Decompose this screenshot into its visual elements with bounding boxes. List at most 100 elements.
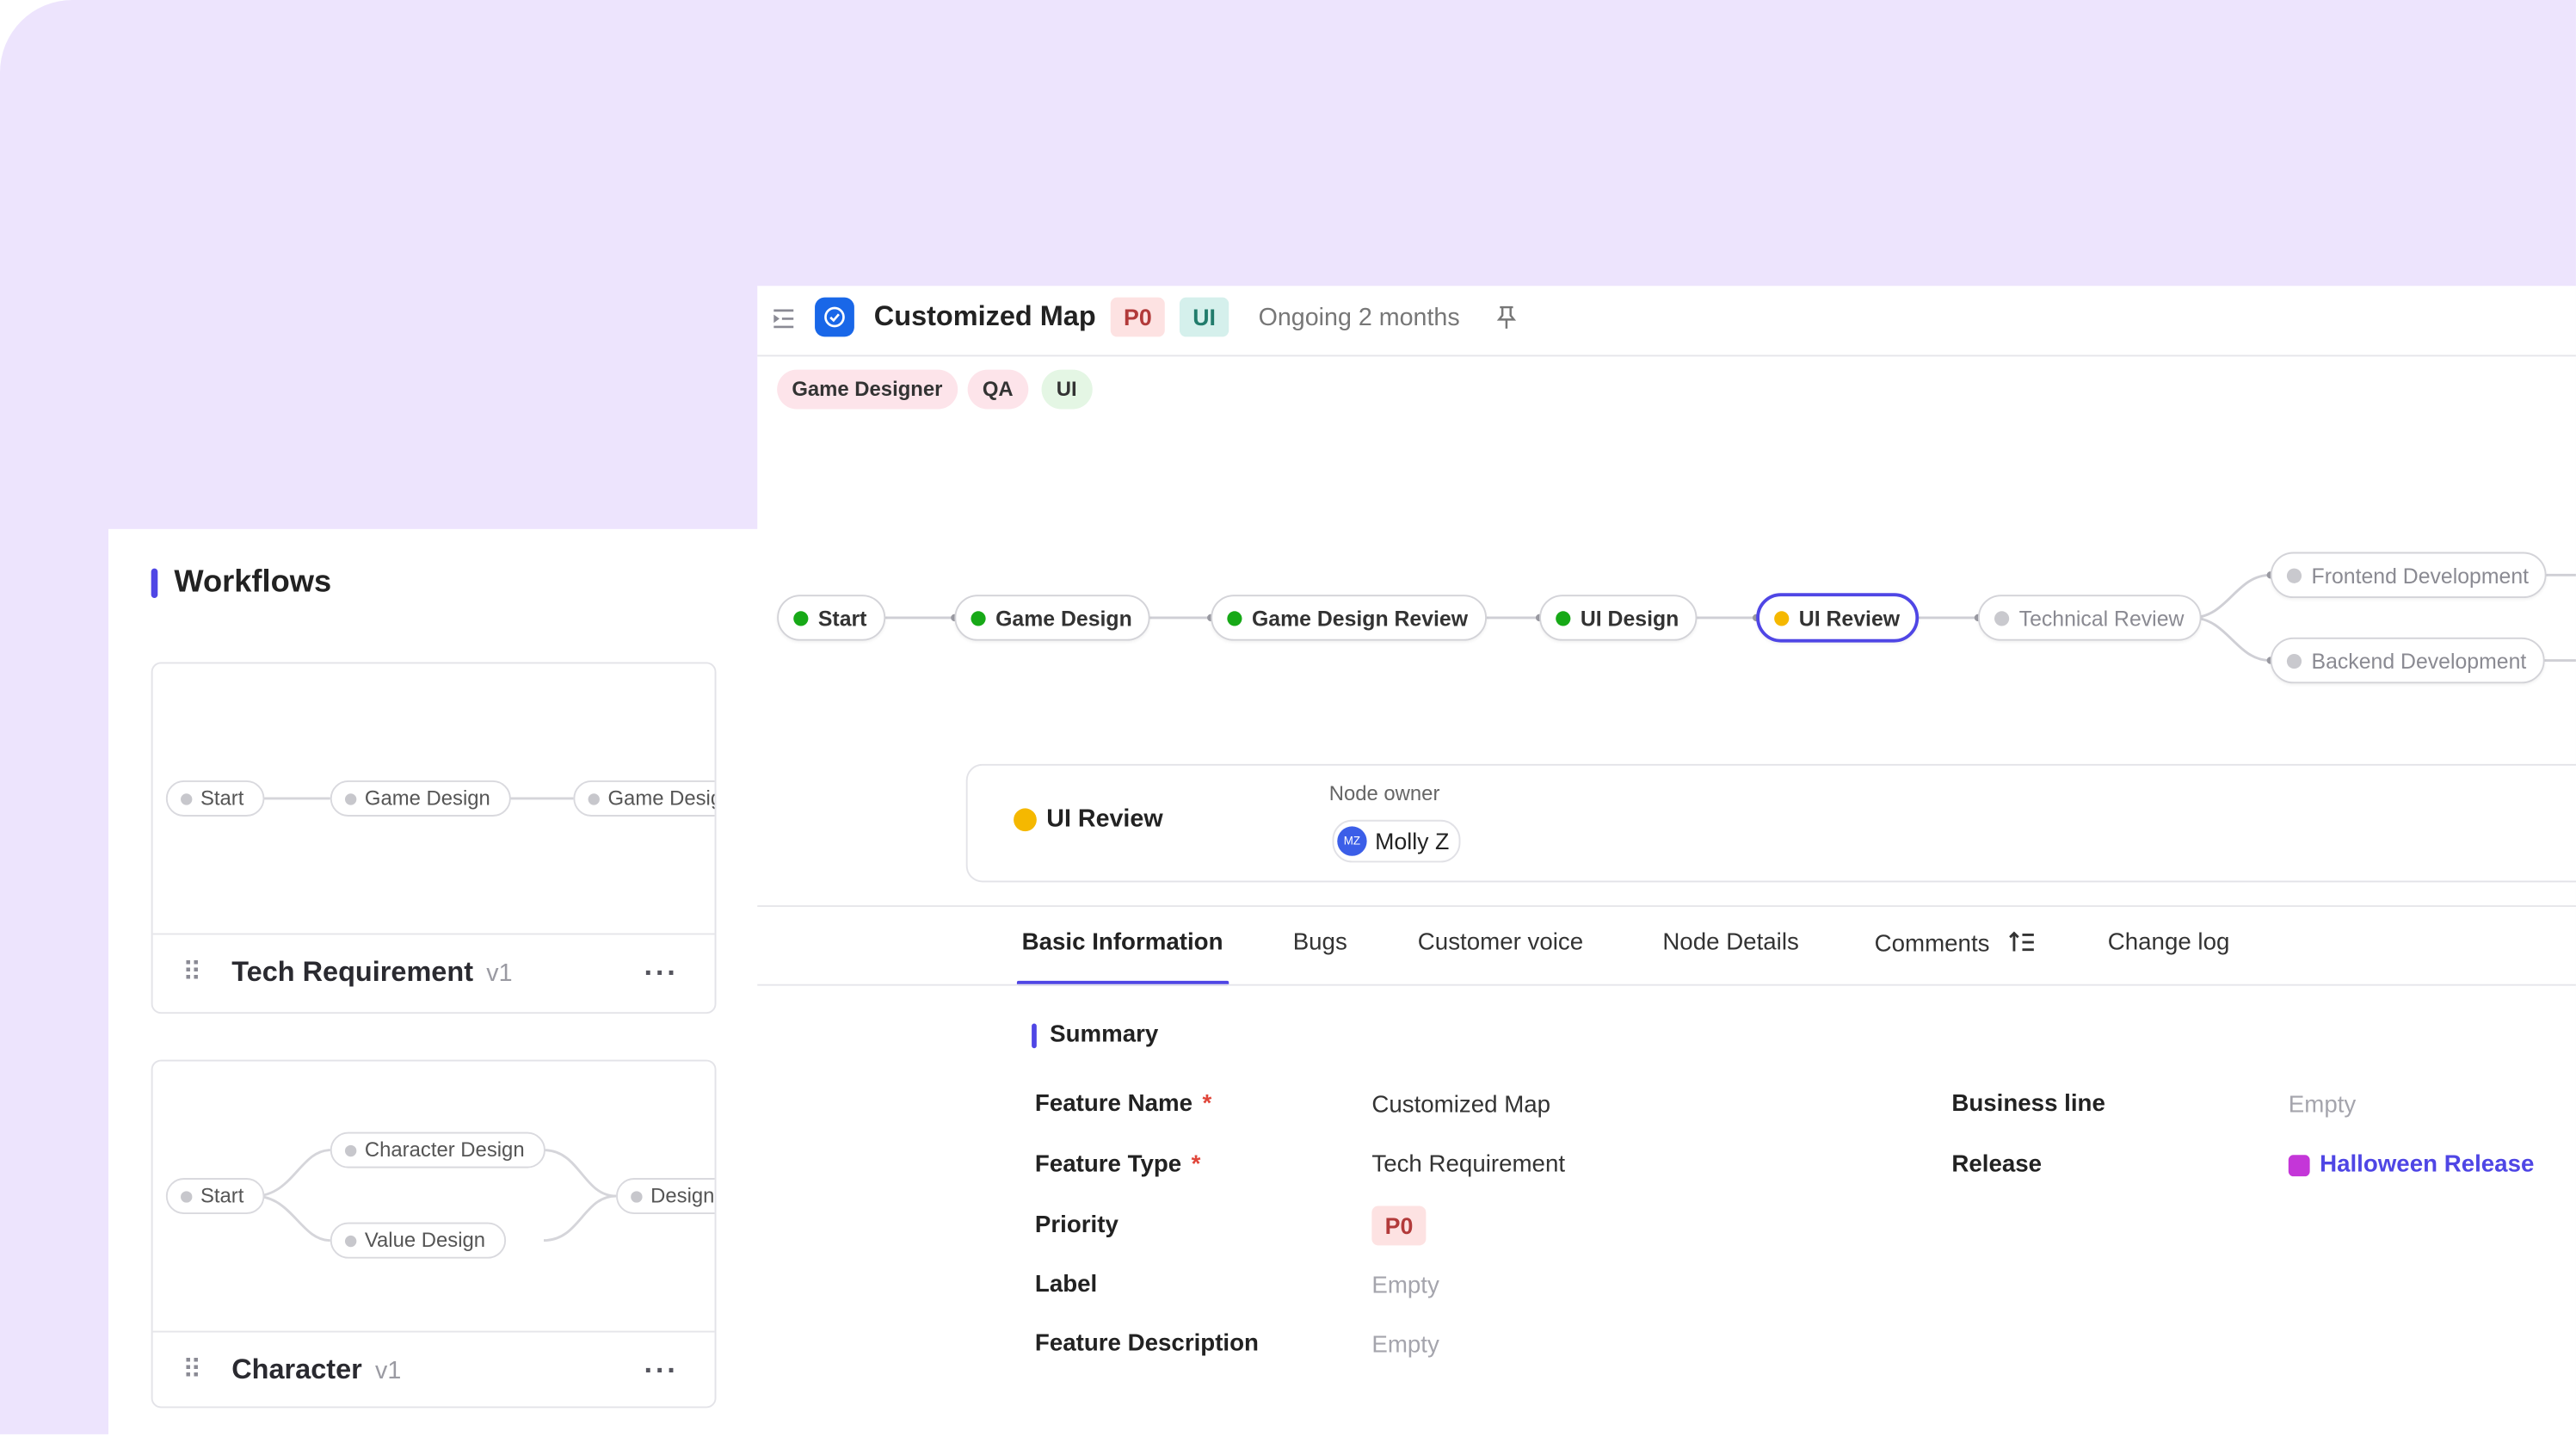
active-dot [1014, 807, 1037, 831]
flow-node-start[interactable]: Start [777, 595, 885, 641]
workflow-preview: Start Character Design Value Design Desi… [152, 1061, 715, 1333]
flow-node-ui-design[interactable]: UI Design [1539, 595, 1698, 641]
mini-node-label: Value Design [364, 1229, 486, 1252]
workflow-version: v1 [486, 959, 513, 988]
workflow-card-character[interactable]: Start Character Design Value Design Desi… [151, 1059, 717, 1409]
flow-node-label: Backend Development [2311, 648, 2527, 673]
workflow-version: v1 [375, 1357, 402, 1385]
status-dot [181, 792, 193, 805]
workflow-name-text: Character [231, 1353, 362, 1385]
release-label: Release [1951, 1151, 2043, 1179]
title-bar: Customized Map P0 UI Ongoing 2 months [757, 286, 2576, 357]
check-circle-icon [824, 306, 845, 328]
tag-ui[interactable]: UI [1041, 369, 1092, 410]
label-value[interactable]: Empty [1371, 1273, 1439, 1300]
tag-game-designer[interactable]: Game Designer [777, 369, 958, 410]
priority-label: Priority [1034, 1212, 1119, 1239]
pending-dot [2286, 652, 2302, 669]
workflow-name-text: Tech Requirement [231, 956, 474, 988]
node-title-text: UI Review [1046, 805, 1163, 834]
mini-node-character-design: Character Design [330, 1131, 546, 1168]
tab-node-details[interactable]: Node Details [1662, 930, 1799, 957]
priority-value-badge[interactable]: P0 [1371, 1205, 1427, 1246]
status-dot [344, 792, 357, 805]
status-dot [344, 1234, 357, 1247]
flow-node-label: Game Design Review [1251, 605, 1469, 631]
status-dot [181, 1190, 193, 1202]
status-text: Ongoing 2 months [1258, 304, 1460, 332]
mini-node-game-design-review: Game Desig [573, 780, 715, 817]
summary-heading: Summary [1032, 1022, 1158, 1048]
flow-node-game-design[interactable]: Game Design [954, 595, 1150, 641]
status-dot [631, 1190, 643, 1202]
sort-icon[interactable] [2009, 930, 2036, 953]
flow-node-ui-review[interactable]: UI Review [1756, 593, 1920, 643]
field-label: Feature Name [1034, 1090, 1193, 1118]
tab-customer-voice[interactable]: Customer voice [1418, 930, 1583, 957]
feature-name-value[interactable]: Customized Map [1371, 1093, 1550, 1119]
mini-node-label: Start [200, 786, 244, 811]
workflow-card-footer: ⠿ Character v1 ··· [153, 1331, 715, 1407]
feature-detail-panel: Customized Map P0 UI Ongoing 2 months Ga… [757, 286, 2576, 1436]
flow-node-frontend-development[interactable]: Frontend Development [2270, 552, 2548, 599]
node-owner-chip[interactable]: MZ Molly Z [1332, 819, 1461, 863]
flow-node-backend-development[interactable]: Backend Development [2270, 637, 2545, 684]
flow-node-game-design-review[interactable]: Game Design Review [1211, 595, 1487, 641]
flow-node-technical-review[interactable]: Technical Review [1977, 595, 2203, 641]
feature-type-icon [815, 297, 854, 337]
more-options-icon[interactable]: ··· [644, 955, 679, 990]
mini-node-start: Start [165, 1178, 266, 1215]
workflow-name: Character v1 [231, 1353, 401, 1386]
feature-type-value[interactable]: Tech Requirement [1371, 1151, 1565, 1178]
flow-node-label: Frontend Development [2311, 562, 2530, 588]
release-value[interactable]: Halloween Release [2288, 1151, 2535, 1179]
pin-icon[interactable] [1495, 304, 1519, 330]
tab-basic-information[interactable]: Basic Information [1022, 930, 1223, 957]
business-line-value[interactable]: Empty [2289, 1093, 2356, 1119]
pending-dot [2286, 567, 2302, 583]
pending-dot [1994, 610, 2010, 626]
mini-node-label: Game Desig [607, 786, 715, 811]
node-title: UI Review [1014, 805, 1163, 833]
drag-handle-icon[interactable]: ⠿ [182, 956, 201, 989]
mini-node-game-design: Game Design [330, 780, 512, 817]
mini-node-label: Start [200, 1184, 244, 1208]
flow-node-label: UI Design [1580, 605, 1679, 631]
workflows-header: Workflows [151, 565, 331, 601]
workflow-preview: Start Game Design Game Desig [152, 663, 715, 935]
tab-comments[interactable]: Comments [1875, 930, 2036, 958]
ui-badge[interactable]: UI [1179, 297, 1229, 337]
collapse-sidebar-icon[interactable] [771, 305, 798, 332]
avatar: MZ [1337, 826, 1367, 856]
label-field-label: Label [1034, 1271, 1098, 1298]
workflows-panel: Workflows Start Game Design Game Desig ⠿… [108, 528, 798, 1449]
feature-description-value[interactable]: Empty [1371, 1333, 1439, 1360]
drag-handle-icon[interactable]: ⠿ [182, 1353, 201, 1386]
tag-qa[interactable]: QA [967, 369, 1028, 410]
more-options-icon[interactable]: ··· [644, 1353, 679, 1387]
divider [757, 905, 2576, 907]
status-dot [344, 1144, 357, 1156]
feature-type-label: Feature Type * [1035, 1151, 1201, 1178]
tab-change-log[interactable]: Change log [2108, 930, 2230, 957]
mini-node-start: Start [165, 780, 266, 817]
release-value-text: Halloween Release [2320, 1151, 2535, 1179]
flow-node-label: Start [817, 605, 867, 631]
owner-name: Molly Z [1375, 828, 1450, 854]
status-dot [588, 792, 600, 805]
accent-bar [151, 568, 158, 599]
mini-node-label: Character Design [364, 1138, 525, 1162]
mini-node-design: Design [616, 1178, 715, 1215]
workflow-card-tech-requirement[interactable]: Start Game Design Game Desig ⠿ Tech Requ… [151, 662, 717, 1014]
tab-bugs[interactable]: Bugs [1293, 930, 1347, 957]
priority-badge[interactable]: P0 [1110, 297, 1166, 337]
done-dot [971, 610, 986, 626]
divider [757, 983, 2576, 986]
feature-description-label: Feature Description [1034, 1330, 1259, 1358]
node-owner-label: Node owner [1328, 781, 1440, 805]
flow-node-label: Technical Review [2018, 605, 2185, 631]
workflow-card-footer: ⠿ Tech Requirement v1 ··· [153, 934, 715, 1013]
accent-bar [1032, 1022, 1037, 1048]
mini-node-label: Design [650, 1184, 715, 1208]
business-line-label: Business line [1951, 1090, 2105, 1118]
